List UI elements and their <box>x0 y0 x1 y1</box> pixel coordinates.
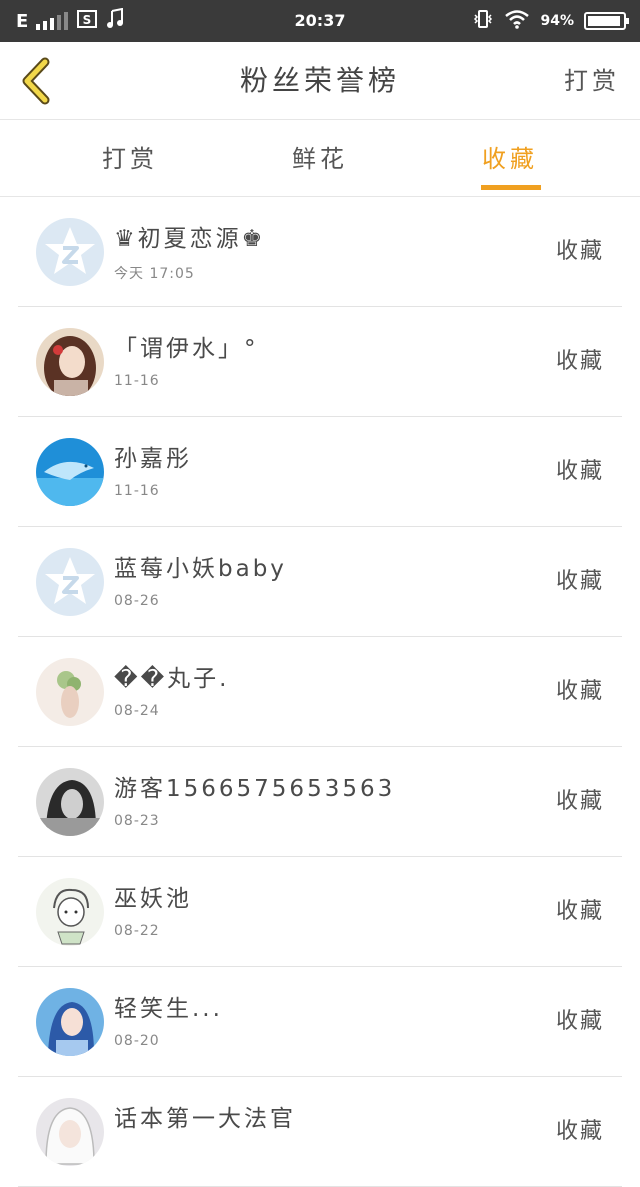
favorite-label: 收藏 <box>555 459 604 484</box>
default-avatar-icon[interactable] <box>36 218 104 286</box>
fan-row[interactable]: 巫妖池 08-22 收藏 <box>18 857 622 967</box>
sketch-boy-avatar[interactable] <box>36 878 104 946</box>
battery-icon <box>584 12 629 30</box>
tab-flowers[interactable]: 鲜花 <box>250 121 390 197</box>
status-bar: E S 20:37 94% <box>0 0 640 42</box>
favorite-label: 收藏 <box>555 569 604 594</box>
fan-name: 蓝莓小妖baby <box>114 556 287 582</box>
status-right: 94% <box>472 0 629 42</box>
fan-date: 08-26 <box>114 593 160 609</box>
favorite-label: 收藏 <box>555 679 604 704</box>
fan-date: 今天 17:05 <box>114 266 195 282</box>
battery-percent: 94% <box>540 13 574 29</box>
fan-row[interactable]: 「谓伊水」° 11-16 收藏 <box>18 307 622 417</box>
fan-name: 游客1566575653563 <box>114 776 396 802</box>
favorite-label: 收藏 <box>555 789 604 814</box>
fan-date: 08-22 <box>114 923 160 939</box>
fan-row[interactable]: 游客1566575653563 08-23 收藏 <box>18 747 622 857</box>
tab-reward[interactable]: 打赏 <box>60 121 200 197</box>
fan-date: 08-20 <box>114 1033 160 1049</box>
tab-bar: 打赏 鲜花 收藏 <box>0 121 640 197</box>
battery-level <box>588 16 620 26</box>
fan-list: ♛初夏恋源♚ 今天 17:05 收藏 「谓伊水」° 11-16 收藏 孙嘉彤 1… <box>0 197 640 1187</box>
anime-blue-avatar[interactable] <box>36 988 104 1056</box>
vibrate-icon <box>472 8 494 34</box>
fan-name: 「谓伊水」° <box>114 336 259 362</box>
page-title: 粉丝荣誉榜 <box>239 64 400 97</box>
favorite-label: 收藏 <box>555 1119 604 1144</box>
active-tab-indicator <box>481 185 541 190</box>
fan-name: 巫妖池 <box>114 886 192 912</box>
fan-name: ♛初夏恋源♚ <box>114 226 266 252</box>
fan-date: 08-24 <box>114 703 160 719</box>
fan-name: ��丸子. <box>114 666 230 692</box>
wifi-icon <box>504 9 530 33</box>
fan-name: 话本第一大法官 <box>114 1106 296 1132</box>
dolphin-avatar[interactable] <box>36 438 104 506</box>
fan-date: 11-16 <box>114 483 160 499</box>
fan-row[interactable]: ��丸子. 08-24 收藏 <box>18 637 622 747</box>
white-hair-avatar[interactable] <box>36 1098 104 1166</box>
fan-name: 轻笑生... <box>114 996 223 1022</box>
favorite-label: 收藏 <box>555 899 604 924</box>
navigation-bar: 粉丝荣誉榜 打赏 <box>0 42 640 120</box>
girl-avatar[interactable] <box>36 328 104 396</box>
flower-avatar[interactable] <box>36 658 104 726</box>
fan-date: 08-23 <box>114 813 160 829</box>
favorite-label: 收藏 <box>555 239 604 264</box>
fan-row[interactable]: 话本第一大法官 收藏 <box>18 1077 622 1187</box>
fan-row[interactable]: 蓝莓小妖baby 08-26 收藏 <box>18 527 622 637</box>
reward-button[interactable]: 打赏 <box>564 42 620 120</box>
fan-row[interactable]: ♛初夏恋源♚ 今天 17:05 收藏 <box>18 197 622 307</box>
fan-row[interactable]: 孙嘉彤 11-16 收藏 <box>18 417 622 527</box>
default-avatar-icon[interactable] <box>36 548 104 616</box>
fan-date: 11-16 <box>114 373 160 389</box>
fan-row[interactable]: 轻笑生... 08-20 收藏 <box>18 967 622 1077</box>
fan-name: 孙嘉彤 <box>114 446 192 472</box>
favorite-label: 收藏 <box>555 349 604 374</box>
bw-portrait-avatar[interactable] <box>36 768 104 836</box>
favorite-label: 收藏 <box>555 1009 604 1034</box>
